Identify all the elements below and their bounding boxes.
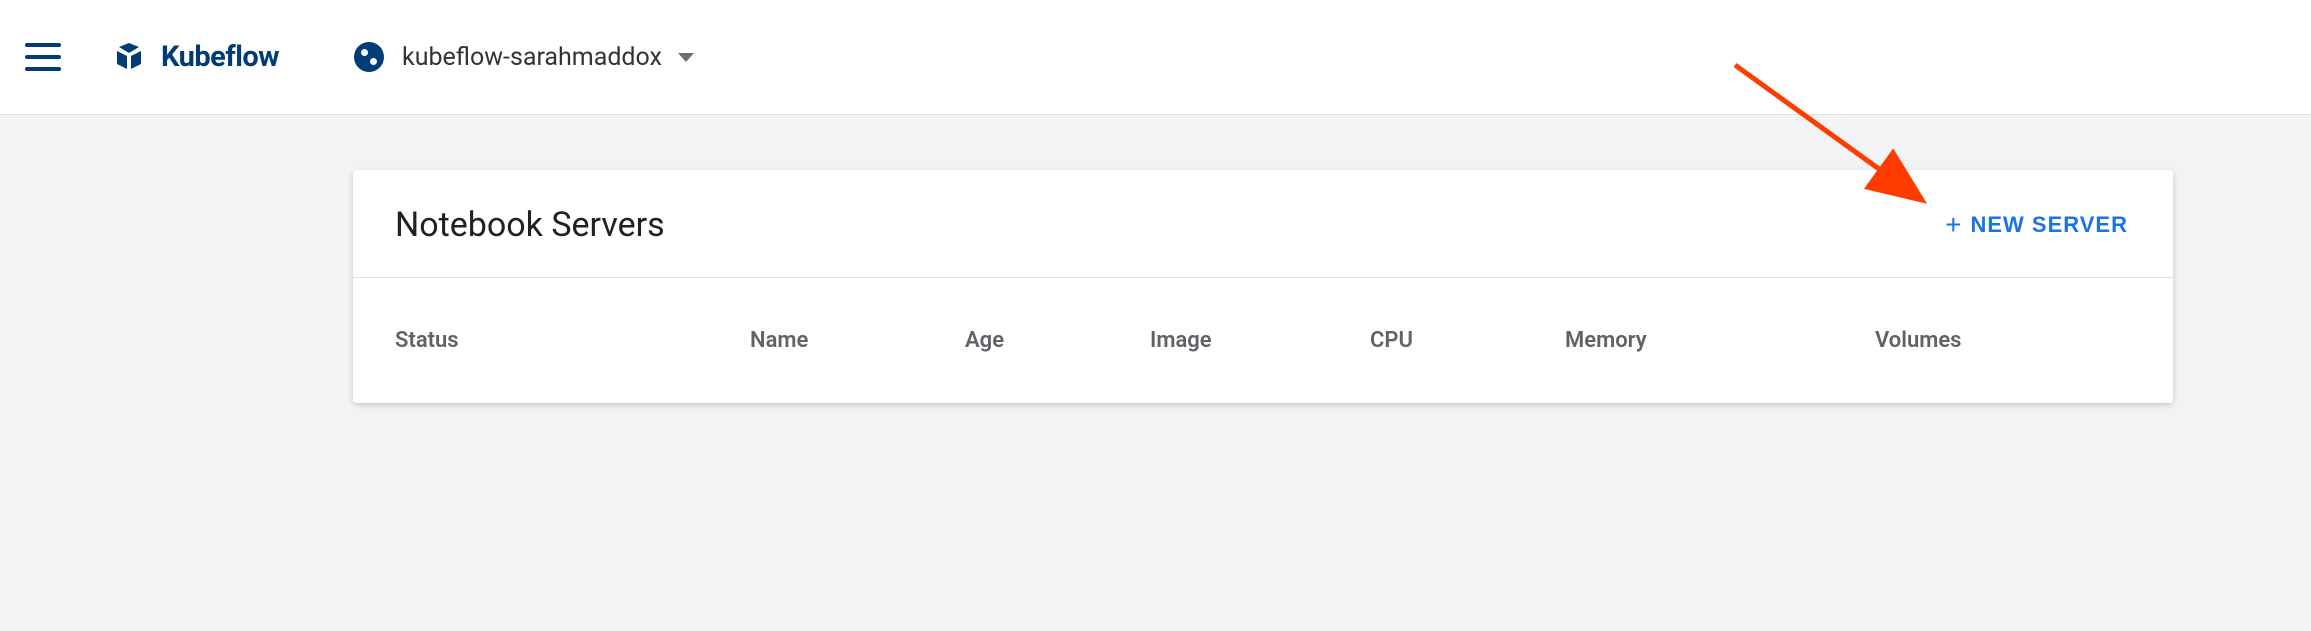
column-header-status: Status xyxy=(395,328,750,353)
table-header-row: Status Name Age Image CPU Memory Volumes xyxy=(353,278,2173,403)
card-title: Notebook Servers xyxy=(395,205,665,245)
column-header-age: Age xyxy=(965,328,1150,353)
new-server-label: NEW SERVER xyxy=(1970,212,2128,238)
plus-icon: + xyxy=(1945,211,1962,239)
namespace-icon xyxy=(354,42,384,72)
column-header-volumes: Volumes xyxy=(1875,328,2131,353)
column-header-memory: Memory xyxy=(1565,328,1875,353)
brand-logo[interactable]: Kubeflow xyxy=(111,39,279,75)
chevron-down-icon xyxy=(678,53,694,62)
menu-icon[interactable] xyxy=(25,43,61,71)
new-server-button[interactable]: + NEW SERVER xyxy=(1945,211,2128,239)
card-header: Notebook Servers + NEW SERVER xyxy=(353,170,2173,278)
notebook-servers-card: Notebook Servers + NEW SERVER Status Nam… xyxy=(353,170,2173,403)
namespace-dropdown[interactable]: kubeflow-sarahmaddox xyxy=(354,42,694,72)
app-header: Kubeflow kubeflow-sarahmaddox xyxy=(0,0,2311,115)
column-header-image: Image xyxy=(1150,328,1370,353)
main-content: Notebook Servers + NEW SERVER Status Nam… xyxy=(0,115,2311,458)
namespace-label: kubeflow-sarahmaddox xyxy=(402,43,662,72)
brand-name: Kubeflow xyxy=(161,40,279,74)
column-header-cpu: CPU xyxy=(1370,328,1565,353)
column-header-name: Name xyxy=(750,328,965,353)
kubeflow-logo-icon xyxy=(111,39,147,75)
